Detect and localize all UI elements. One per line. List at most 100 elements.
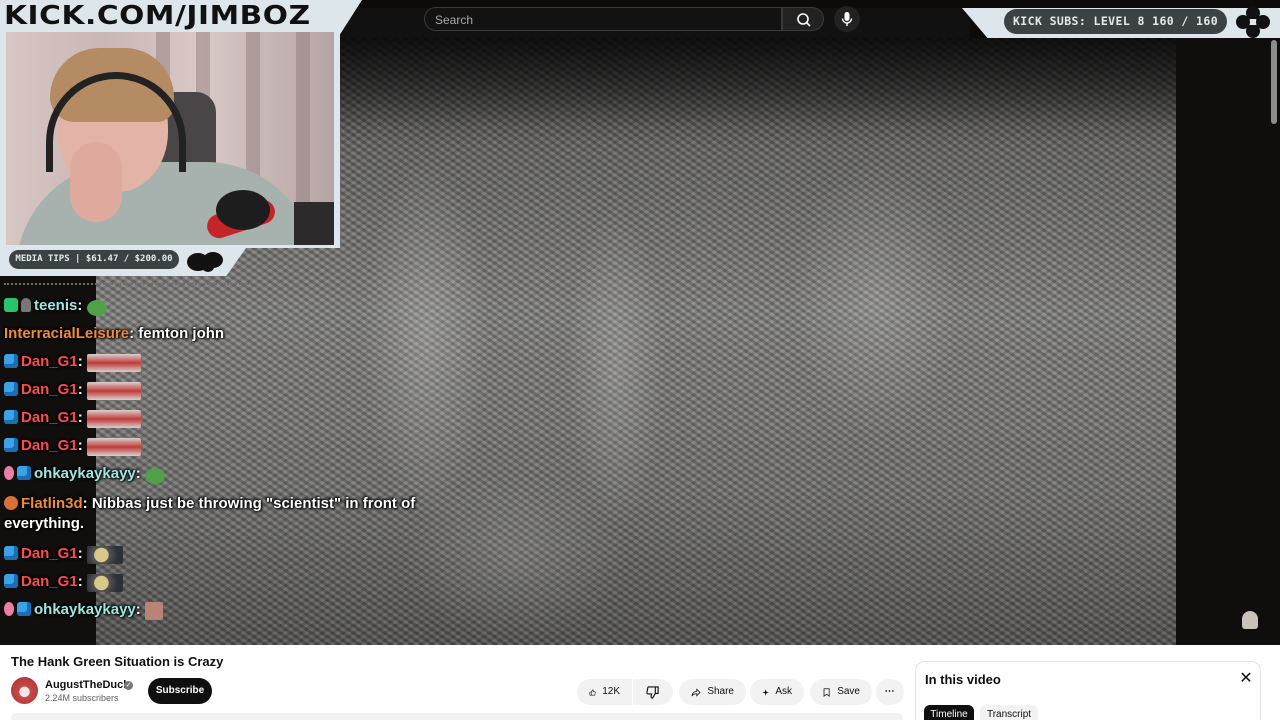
chat-username[interactable]: ohkaykaykayy (34, 465, 136, 482)
tab-transcript[interactable]: Transcript (980, 705, 1038, 720)
chat-badge-icon (4, 382, 18, 396)
chat-username[interactable]: InterracialLeisure (4, 325, 129, 342)
chat-username[interactable]: Dan_G1 (21, 381, 78, 398)
chat-separator: : (77, 297, 87, 314)
save-label: Save (837, 686, 860, 697)
subscribe-button[interactable]: Subscribe (148, 678, 212, 704)
like-count: 12K (602, 686, 620, 697)
chat-message: Dan_G1: (4, 408, 141, 428)
chat-username[interactable]: ohkaykaykayy (34, 601, 136, 618)
chat-badge-icon (4, 496, 18, 510)
chat-emote-icon (86, 300, 107, 316)
chat-badge-icon (17, 602, 31, 616)
chat-emote-icon (86, 382, 141, 400)
chat-message: Dan_G1: (4, 544, 123, 564)
streamer-hand (70, 142, 122, 222)
chat-separator: : (77, 545, 87, 562)
chat-emote-icon (86, 574, 123, 592)
chat-badge-icon (17, 466, 31, 480)
share-label: Share (707, 686, 734, 697)
chat-separator: : (77, 573, 87, 590)
search-input[interactable]: Search (424, 7, 782, 31)
search-icon (797, 13, 811, 27)
webcam-feed (6, 32, 334, 245)
media-tips-counter: MEDIA TIPS | $61.47 / $200.00 (9, 250, 179, 269)
chat-emote-icon (86, 546, 123, 564)
chat-message: ohkaykaykayy: (4, 600, 163, 620)
video-title: The Hank Green Situation is Crazy (11, 654, 224, 669)
sparkle-icon (762, 688, 769, 696)
panel-title: In this video (925, 672, 1001, 687)
thumbs-up-icon (589, 689, 596, 695)
chat-message: Dan_G1: (4, 352, 141, 372)
chat-username[interactable]: Flatlin3d (21, 495, 83, 512)
chat-separator: : (77, 353, 87, 370)
webcam-frame (0, 30, 340, 248)
chat-username[interactable]: Dan_G1 (21, 437, 78, 454)
chat-username[interactable]: Dan_G1 (21, 545, 78, 562)
page-scrollbar[interactable] (1271, 40, 1277, 124)
description-box[interactable] (11, 713, 903, 720)
chat-badge-icon (4, 410, 18, 424)
chat-emote-icon (86, 438, 141, 456)
tab-timeline[interactable]: Timeline (924, 705, 974, 720)
chat-message: Flatlin3d: Nibbas just be throwing "scie… (4, 494, 415, 514)
chat-badge-icon (4, 602, 14, 616)
share-icon (691, 687, 701, 697)
clover-logo-icon (1236, 6, 1270, 38)
ask-label: Ask (775, 686, 792, 697)
chat-username[interactable]: Dan_G1 (21, 573, 78, 590)
chat-username[interactable]: Dan_G1 (21, 409, 78, 426)
chat-text: everything. (4, 515, 85, 532)
chat-badge-icon (4, 438, 18, 452)
chat-message: everything. (4, 514, 84, 534)
thumbs-down-icon (646, 685, 659, 699)
chat-emote-icon (86, 354, 141, 372)
chat-separator: : (77, 381, 87, 398)
share-button[interactable]: Share (679, 679, 746, 705)
more-actions-button[interactable]: ⋯ (876, 679, 904, 705)
verified-icon: ✓ (124, 681, 133, 690)
video-right-letterbox (1176, 38, 1280, 645)
bookmark-icon (823, 687, 830, 697)
chat-message: Dan_G1: (4, 572, 123, 592)
kick-subs-counter: KICK SUBS: LEVEL 8 160 / 160 (1004, 9, 1227, 34)
streamer-brand-title: KICK.COM/JIMBOZ (4, 1, 311, 31)
microphone-head (216, 190, 270, 230)
chat-badge-icon (4, 354, 18, 368)
like-button[interactable]: 12K (577, 679, 632, 705)
dislike-button[interactable] (633, 679, 673, 705)
channel-avatar[interactable] (11, 677, 38, 704)
clover-logo-icon (187, 252, 223, 272)
chat-text: Nibbas just be throwing "scientist" in f… (91, 495, 416, 512)
subscriber-count: 2.24M subscribers (45, 693, 119, 703)
voice-search-button[interactable] (834, 6, 860, 32)
chat-emote-icon (86, 410, 141, 428)
save-button[interactable]: Save (810, 679, 872, 705)
search-button[interactable] (782, 7, 824, 31)
chat-badge-icon (21, 298, 31, 312)
chat-username[interactable]: Dan_G1 (21, 353, 78, 370)
chat-username[interactable]: teenis (34, 297, 77, 314)
chat-separator: : (129, 325, 139, 342)
chat-message: InterracialLeisure: femton john (4, 324, 224, 344)
chat-message: Dan_G1: (4, 380, 141, 400)
chat-badge-icon (4, 298, 18, 312)
chat-separator: : (77, 409, 87, 426)
chat-separator: : (135, 601, 145, 618)
chat-message: ohkaykaykayy: (4, 464, 165, 484)
chat-emote-icon (144, 468, 165, 484)
close-icon[interactable]: ✕ (1238, 671, 1254, 687)
chat-message: teenis: (4, 296, 107, 316)
chat-separator: : (82, 495, 92, 512)
chat-message: Dan_G1: (4, 436, 141, 456)
desk-equipment (294, 202, 334, 245)
chat-emote-icon (144, 602, 163, 620)
chat-badge-icon (4, 466, 14, 480)
chat-badge-icon (4, 574, 18, 588)
channel-name-link[interactable]: AugustTheDuck (45, 679, 129, 691)
ask-button[interactable]: Ask (750, 679, 804, 705)
chat-separator: : (77, 437, 87, 454)
chat-badge-icon (4, 546, 18, 560)
chat-text: femton john (138, 325, 225, 342)
